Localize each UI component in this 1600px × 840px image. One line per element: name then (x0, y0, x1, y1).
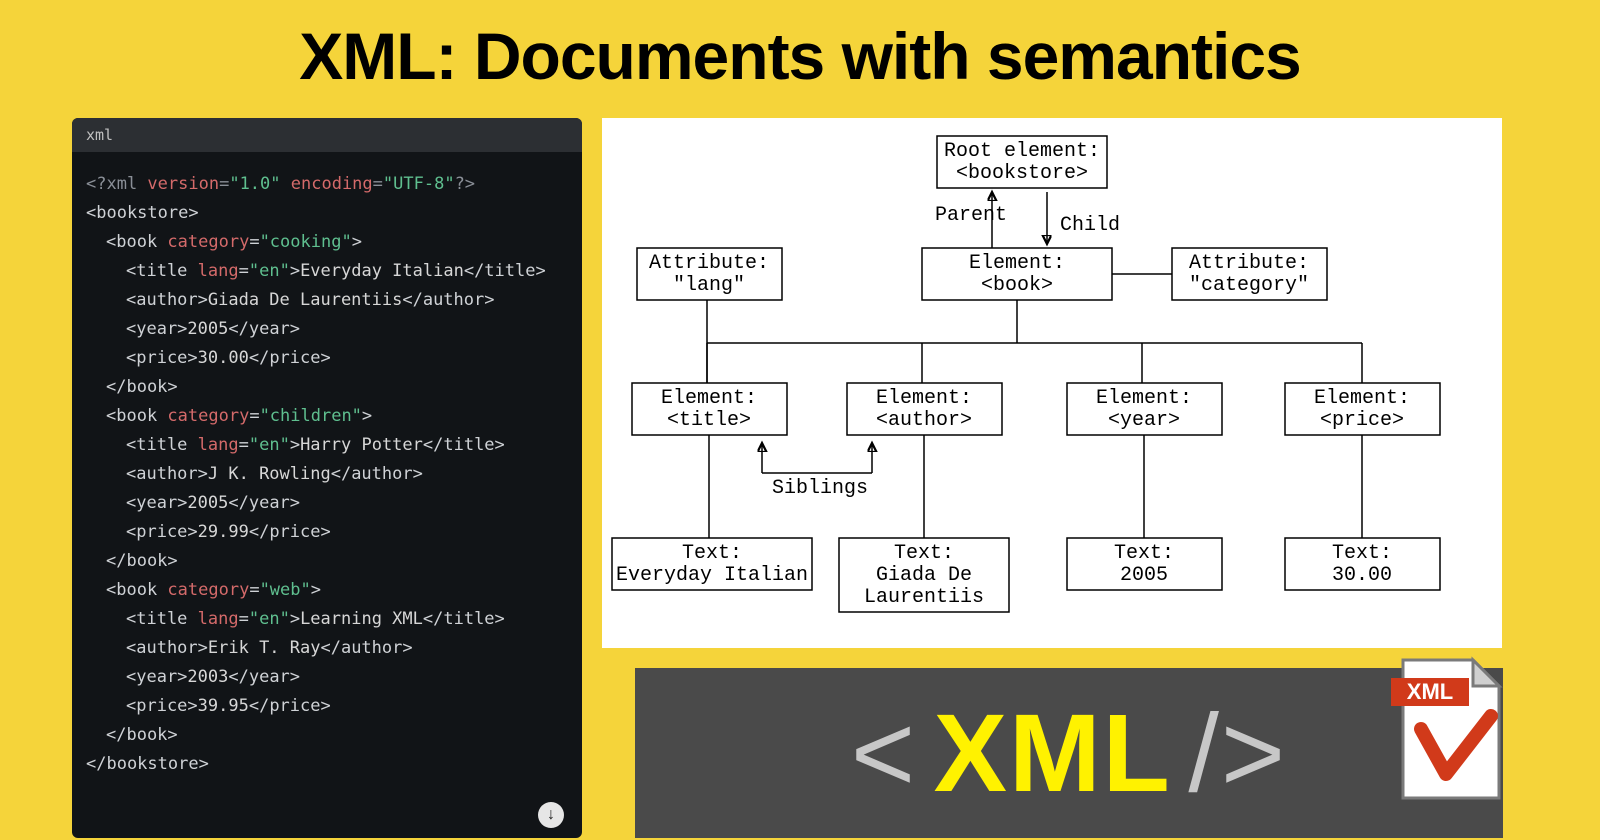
tree-year-line1: Element: (1096, 387, 1192, 410)
tree-attr-cat-line2: "category" (1189, 274, 1309, 297)
tree-attr-lang-line1: Attribute: (649, 252, 769, 275)
banner-text: < XML /> (851, 690, 1287, 817)
xml-banner: < XML /> XML (635, 668, 1503, 838)
tree-siblings-label: Siblings (772, 477, 868, 500)
tree-text-author-line3: Laurentiis (864, 586, 984, 609)
tree-text-title-line1: Text: (682, 542, 742, 565)
banner-gt: /> (1188, 690, 1287, 817)
tree-root-line1: Root element: (944, 140, 1100, 163)
tree-title-line2: <title> (667, 409, 751, 432)
tree-price-line2: <price> (1320, 409, 1404, 432)
tree-text-author-line1: Text: (894, 542, 954, 565)
code-panel: xml <?xml version="1.0" encoding="UTF-8"… (72, 118, 582, 838)
tree-author-line2: <author> (876, 409, 972, 432)
tree-author-line1: Element: (876, 387, 972, 410)
scroll-down-icon[interactable]: ↓ (538, 802, 564, 828)
page-title: XML: Documents with semantics (0, 0, 1600, 104)
tree-year-line2: <year> (1108, 409, 1180, 432)
tree-text-price-line1: Text: (1332, 542, 1392, 565)
code-tab-label: xml (72, 118, 582, 152)
tree-text-price-line2: 30.00 (1332, 564, 1392, 587)
tree-child-label: Child (1060, 214, 1120, 237)
tree-title-line1: Element: (661, 387, 757, 410)
banner-lt: < (851, 690, 917, 817)
tree-text-author-line2: Giada De (876, 564, 972, 587)
xml-file-icon: XML (1391, 654, 1511, 804)
file-icon-badge: XML (1407, 679, 1453, 704)
banner-word: XML (934, 690, 1172, 817)
tree-root-line2: <bookstore> (956, 162, 1088, 185)
code-body: <?xml version="1.0" encoding="UTF-8"?><b… (72, 152, 582, 797)
tree-text-title-line2: Everyday Italian (616, 564, 808, 587)
tree-price-line1: Element: (1314, 387, 1410, 410)
tree-attr-lang-line2: "lang" (673, 274, 745, 297)
tree-parent-label: Parent (935, 204, 1007, 227)
tree-book-line2: <book> (981, 274, 1053, 297)
xml-tree-diagram: Root element: <bookstore> Parent Child E… (602, 118, 1502, 648)
tree-text-year-line1: Text: (1114, 542, 1174, 565)
tree-book-line1: Element: (969, 252, 1065, 275)
tree-attr-cat-line1: Attribute: (1189, 252, 1309, 275)
tree-text-year-line2: 2005 (1120, 564, 1168, 587)
